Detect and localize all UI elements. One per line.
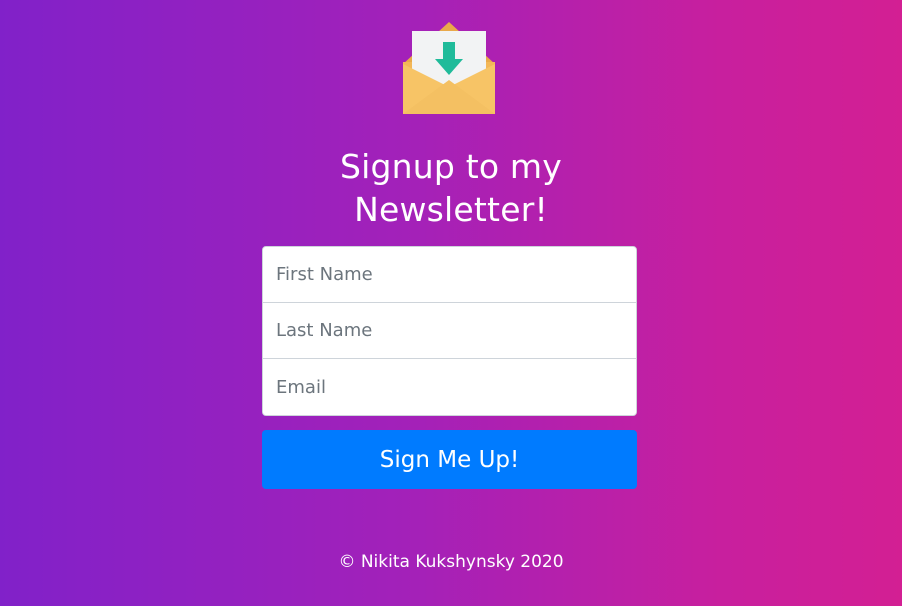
envelope-download-icon [403,22,495,114]
copyright-footer: © Nikita Kukshynsky 2020 [338,552,564,572]
page-title: Signup to my Newsletter! [0,145,902,231]
first-name-field[interactable] [263,247,636,303]
page-title-line-1: Signup to my [339,147,563,186]
page-title-line-2: Newsletter! [354,190,548,229]
input-group [262,246,637,416]
sign-me-up-button[interactable]: Sign Me Up! [262,430,637,489]
email-field[interactable] [263,359,636,415]
signup-form: Sign Me Up! [262,246,637,489]
signup-page: Signup to my Newsletter! Sign Me Up! © N… [0,0,902,606]
last-name-field[interactable] [263,303,636,359]
